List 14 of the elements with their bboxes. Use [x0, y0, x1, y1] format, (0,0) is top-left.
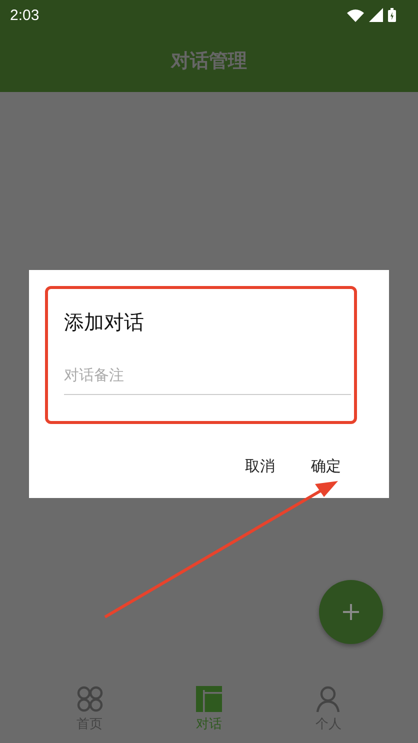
app-title: 对话管理 — [171, 49, 247, 74]
signal-icon — [369, 8, 383, 22]
add-button[interactable] — [319, 580, 383, 644]
dialog-button[interactable]: 确定 — [303, 453, 349, 480]
battery-icon — [388, 8, 396, 22]
dialog-button[interactable]: 取消 — [237, 453, 283, 480]
wifi-icon — [347, 8, 364, 22]
status-time: 2:03 — [10, 6, 40, 24]
circles-icon — [76, 686, 103, 712]
nav-tab[interactable]: 对话 — [174, 680, 244, 743]
plus-icon — [343, 604, 359, 620]
dialog-title: 添加对话 — [64, 310, 145, 334]
person-icon — [316, 686, 340, 712]
layout-icon — [196, 686, 222, 712]
